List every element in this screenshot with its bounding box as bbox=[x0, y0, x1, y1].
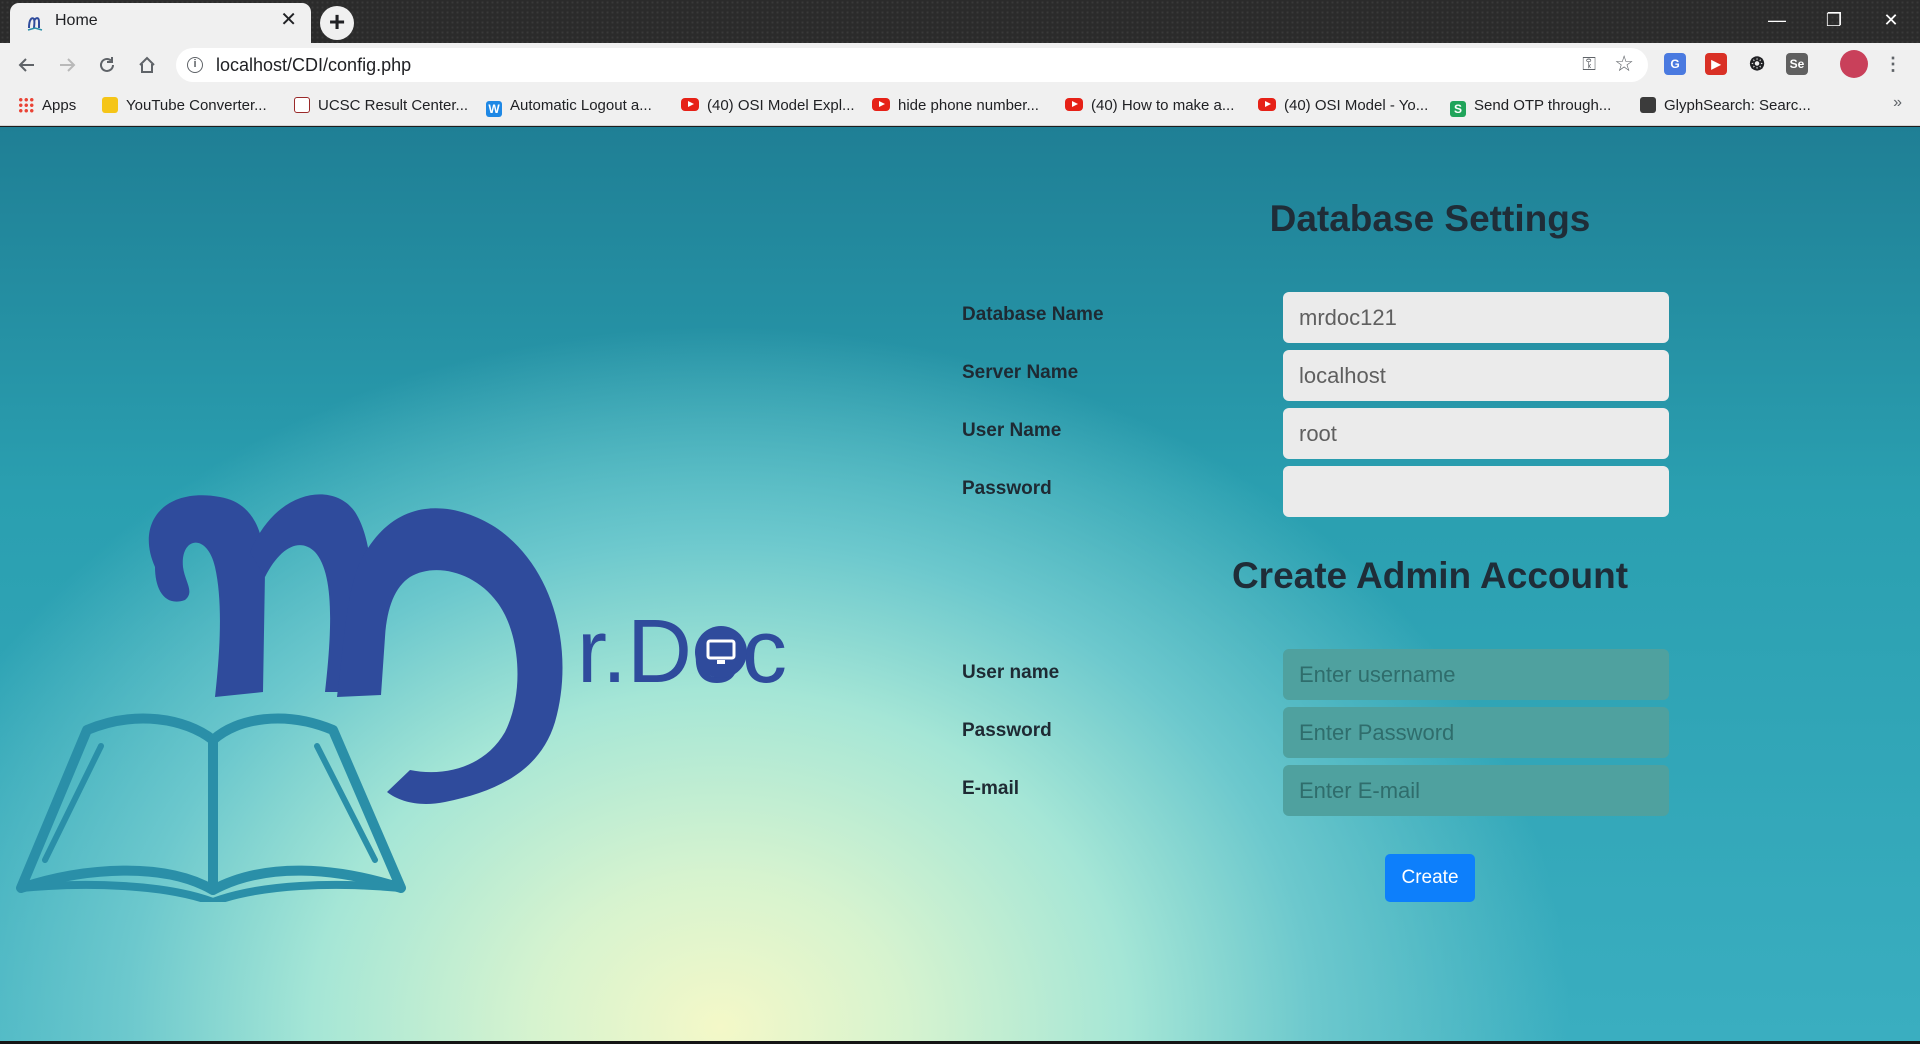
bookmarks-bar: Apps YouTube Converter... UCSC Result Ce… bbox=[0, 86, 1920, 126]
address-bar[interactable]: i localhost/CDI/config.php ⚿ ☆ bbox=[176, 48, 1648, 82]
db-user-name-input[interactable] bbox=[1283, 408, 1669, 459]
bookmark-label: (40) How to make a... bbox=[1091, 97, 1235, 114]
bookmark-osi-model-yo[interactable]: (40) OSI Model - Yo... bbox=[1258, 94, 1428, 118]
refresh-extension-icon[interactable]: ❂ bbox=[1746, 53, 1768, 75]
more-bookmarks-icon[interactable]: » bbox=[1893, 94, 1902, 112]
logo-text: r.Doc bbox=[577, 602, 787, 702]
bookmark-apps[interactable]: Apps bbox=[18, 94, 76, 118]
back-icon[interactable] bbox=[12, 50, 42, 80]
bookmark-youtube-converter[interactable]: YouTube Converter... bbox=[102, 94, 267, 118]
admin-username-label: User name bbox=[962, 662, 1060, 683]
site-info-icon[interactable]: i bbox=[187, 57, 203, 73]
bookmark-star-icon[interactable]: ☆ bbox=[1614, 51, 1634, 77]
menu-icon[interactable]: ⋮ bbox=[1882, 53, 1904, 75]
db-user-name-label: User Name bbox=[962, 420, 1062, 441]
browser-tab-home[interactable]: Home ✕ bbox=[10, 3, 311, 43]
bookmark-label: (40) OSI Model Expl... bbox=[707, 97, 855, 114]
bookmark-hide-phone[interactable]: hide phone number... bbox=[872, 94, 1039, 118]
glyphsearch-icon bbox=[1640, 97, 1656, 113]
mrdoc-logo: r.Doc bbox=[16, 494, 787, 902]
create-button[interactable]: Create bbox=[1385, 854, 1475, 902]
key-icon[interactable]: ⚿ bbox=[1582, 54, 1596, 75]
bookmark-label: UCSC Result Center... bbox=[318, 97, 469, 114]
server-name-label: Server Name bbox=[962, 362, 1079, 383]
converter-icon bbox=[102, 97, 118, 113]
monitor-icon bbox=[695, 626, 747, 678]
s-green-icon: S bbox=[1450, 101, 1466, 117]
mrdoc-favicon-icon bbox=[27, 17, 43, 31]
minimize-window-button[interactable]: — bbox=[1754, 6, 1800, 34]
admin-username-input[interactable] bbox=[1283, 649, 1669, 700]
address-url[interactable]: localhost/CDI/config.php bbox=[216, 55, 411, 76]
bookmark-label: GlyphSearch: Searc... bbox=[1664, 97, 1811, 114]
bookmark-how-to-make[interactable]: (40) How to make a... bbox=[1065, 94, 1234, 118]
bookmark-label: YouTube Converter... bbox=[126, 97, 267, 114]
bookmark-label: Automatic Logout a... bbox=[510, 97, 652, 114]
youtube-icon bbox=[681, 98, 699, 111]
google-translate-icon[interactable]: G bbox=[1664, 53, 1686, 75]
browser-toolbar: i localhost/CDI/config.php ⚿ ☆ bbox=[0, 43, 1920, 86]
youtube-icon bbox=[1065, 98, 1083, 111]
database-name-input[interactable] bbox=[1283, 292, 1669, 343]
admin-email-label: E-mail bbox=[962, 778, 1020, 799]
admin-email-input[interactable] bbox=[1283, 765, 1669, 816]
video-speed-icon[interactable]: ▶ bbox=[1705, 53, 1727, 75]
close-window-button[interactable]: ✕ bbox=[1868, 6, 1914, 34]
wordpress-w-icon: W bbox=[486, 101, 502, 117]
bookmark-ucsc-result[interactable]: UCSC Result Center... bbox=[294, 94, 468, 118]
create-admin-title: Create Admin Account bbox=[1231, 555, 1629, 596]
browser-titlebar: Home ✕ + — ❐ ✕ bbox=[0, 0, 1920, 43]
bookmark-glyphsearch[interactable]: GlyphSearch: Searc... bbox=[1640, 94, 1811, 118]
bookmark-automatic-logout[interactable]: W Automatic Logout a... bbox=[486, 94, 652, 118]
apps-icon bbox=[18, 97, 34, 113]
bookmark-label: Apps bbox=[42, 97, 77, 114]
database-settings-title: Database Settings bbox=[1269, 198, 1591, 239]
db-password-input[interactable] bbox=[1283, 466, 1669, 517]
config-page: r.Doc Database Settings Database Name Se… bbox=[0, 127, 1920, 1044]
ucsc-icon bbox=[294, 97, 310, 113]
reload-icon[interactable] bbox=[92, 50, 122, 80]
server-name-input[interactable] bbox=[1283, 350, 1669, 401]
bookmark-label: (40) OSI Model - Yo... bbox=[1284, 97, 1429, 114]
bookmark-osi-model-expl[interactable]: (40) OSI Model Expl... bbox=[681, 94, 855, 118]
database-name-label: Database Name bbox=[962, 304, 1104, 325]
bookmark-label: Send OTP through... bbox=[1474, 97, 1612, 114]
profile-avatar[interactable] bbox=[1840, 50, 1868, 78]
forward-icon[interactable] bbox=[52, 50, 82, 80]
youtube-icon bbox=[1258, 98, 1276, 111]
open-book-icon bbox=[16, 713, 406, 902]
selenium-icon[interactable]: Se bbox=[1786, 53, 1808, 75]
admin-password-label: Password bbox=[962, 720, 1052, 741]
db-password-label: Password bbox=[962, 478, 1052, 499]
bookmark-label: hide phone number... bbox=[898, 97, 1039, 114]
tab-title: Home bbox=[55, 12, 98, 29]
restore-window-button[interactable]: ❐ bbox=[1811, 6, 1857, 34]
youtube-icon bbox=[872, 98, 890, 111]
tab-close-icon[interactable]: ✕ bbox=[280, 10, 297, 30]
bookmark-send-otp[interactable]: S Send OTP through... bbox=[1450, 94, 1611, 118]
admin-password-input[interactable] bbox=[1283, 707, 1669, 758]
new-tab-button[interactable]: + bbox=[320, 6, 354, 40]
home-icon[interactable] bbox=[132, 50, 162, 80]
